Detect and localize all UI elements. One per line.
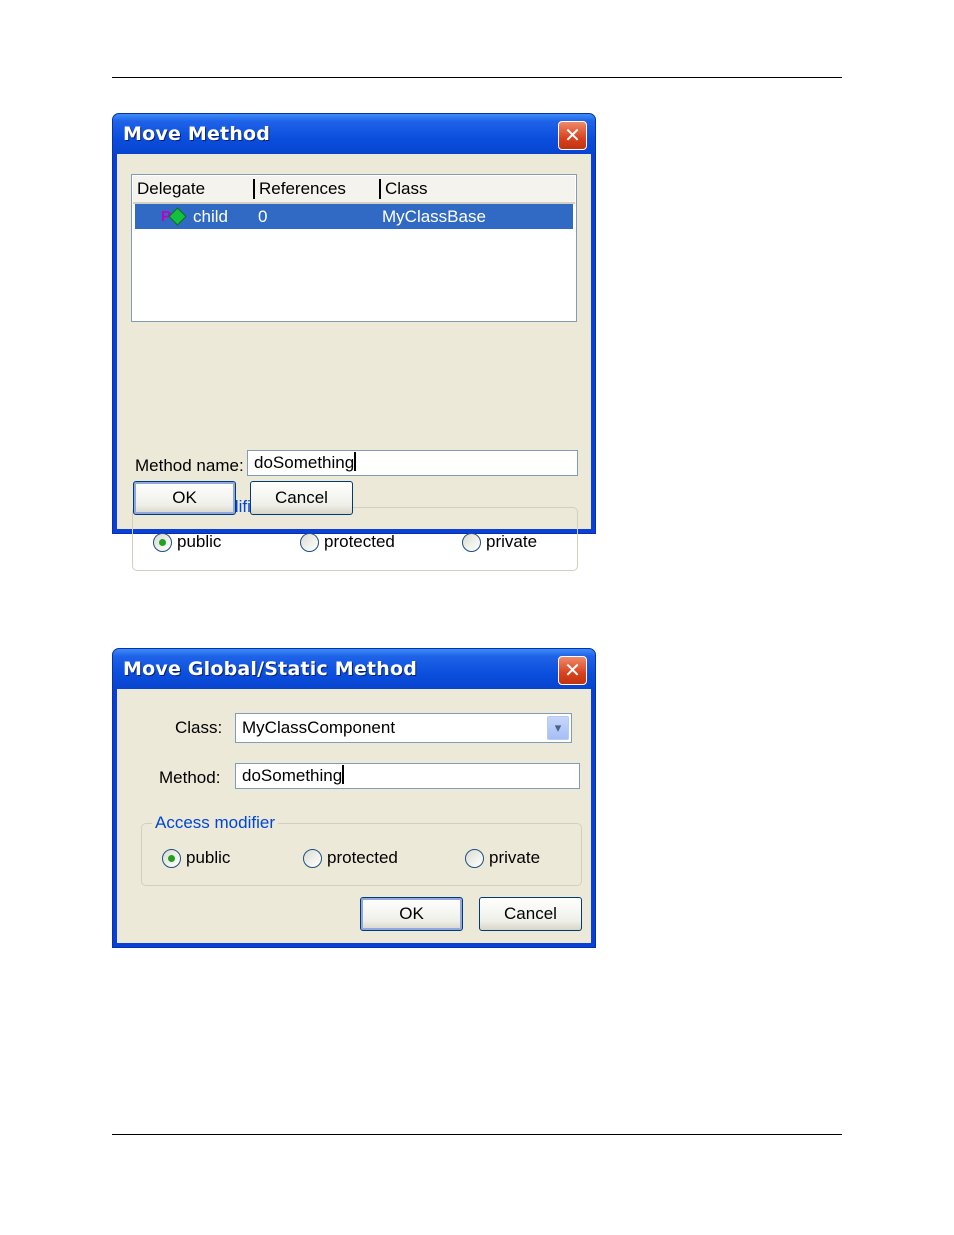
move-global-static-method-dialog: Move Global/Static Method ✕ Class: MyCla…: [112, 648, 596, 948]
column-header-references[interactable]: References: [255, 176, 379, 202]
dialog-title: Move Global/Static Method: [123, 658, 417, 680]
method-name-label: Method name:: [135, 456, 244, 475]
close-icon[interactable]: ✕: [558, 121, 587, 150]
radio-private-label: private: [489, 848, 541, 867]
dialog-title: Move Method: [123, 123, 271, 145]
text-caret: [342, 765, 345, 784]
radio-private[interactable]: private: [462, 530, 537, 554]
radio-public[interactable]: public: [162, 846, 230, 870]
method-name-field[interactable]: doSomething: [247, 450, 578, 476]
access-modifier-group: Access modifier public protected private: [141, 811, 582, 886]
cell-class: MyClassBase: [382, 207, 486, 226]
method-value: doSomething: [242, 766, 343, 785]
dialog-client-area: Delegate References Class P child 0 MyCl…: [117, 154, 591, 571]
radio-private[interactable]: private: [465, 846, 540, 870]
radio-protected-label: protected: [327, 848, 398, 867]
column-header-class[interactable]: Class: [381, 176, 571, 202]
dialog-titlebar[interactable]: Move Method ✕: [113, 114, 595, 154]
access-modifier-group: Access modifier public protected private: [132, 495, 578, 571]
member-gem-icon: [168, 207, 187, 226]
ok-button[interactable]: OK: [360, 897, 463, 931]
text-caret: [354, 452, 357, 471]
cell-references: 0: [258, 207, 268, 226]
radio-checked-icon: [162, 848, 181, 868]
page-top-rule: [112, 77, 842, 78]
move-method-dialog: Move Method ✕ Delegate References Class …: [112, 113, 596, 571]
radio-protected-label: protected: [324, 532, 395, 551]
method-field[interactable]: doSomething: [235, 763, 580, 789]
radio-unchecked-icon: [303, 848, 322, 868]
access-modifier-label: Access modifier: [152, 811, 278, 835]
radio-unchecked-icon: [300, 532, 319, 552]
dialog-client-area: Class: MyClassComponent ▾ Method: doSome…: [117, 689, 591, 943]
page-bottom-rule: [112, 1134, 842, 1135]
cell-delegate: child: [193, 207, 228, 226]
list-item[interactable]: P child 0 MyClassBase: [135, 204, 573, 229]
radio-checked-icon: [153, 532, 172, 552]
delegate-list[interactable]: Delegate References Class P child 0 MyCl…: [131, 174, 577, 322]
method-name-value: doSomething: [254, 453, 355, 472]
radio-private-label: private: [486, 532, 538, 551]
dialog-titlebar[interactable]: Move Global/Static Method ✕: [113, 649, 595, 689]
radio-public-label: public: [186, 848, 231, 867]
radio-public[interactable]: public: [153, 530, 221, 554]
chevron-down-icon[interactable]: ▾: [547, 716, 569, 740]
close-icon[interactable]: ✕: [558, 656, 587, 685]
cancel-button[interactable]: Cancel: [250, 481, 353, 515]
radio-unchecked-icon: [462, 532, 481, 552]
radio-public-label: public: [177, 532, 222, 551]
class-label: Class:: [175, 718, 223, 737]
class-value: MyClassComponent: [242, 718, 396, 737]
list-header: Delegate References Class: [133, 176, 575, 204]
radio-unchecked-icon: [465, 848, 484, 868]
cancel-button[interactable]: Cancel: [479, 897, 582, 931]
radio-protected[interactable]: protected: [300, 530, 395, 554]
class-combobox[interactable]: MyClassComponent ▾: [235, 713, 572, 743]
ok-button[interactable]: OK: [133, 481, 236, 515]
method-label: Method:: [159, 768, 221, 787]
radio-protected[interactable]: protected: [303, 846, 398, 870]
column-header-delegate[interactable]: Delegate: [133, 176, 253, 202]
